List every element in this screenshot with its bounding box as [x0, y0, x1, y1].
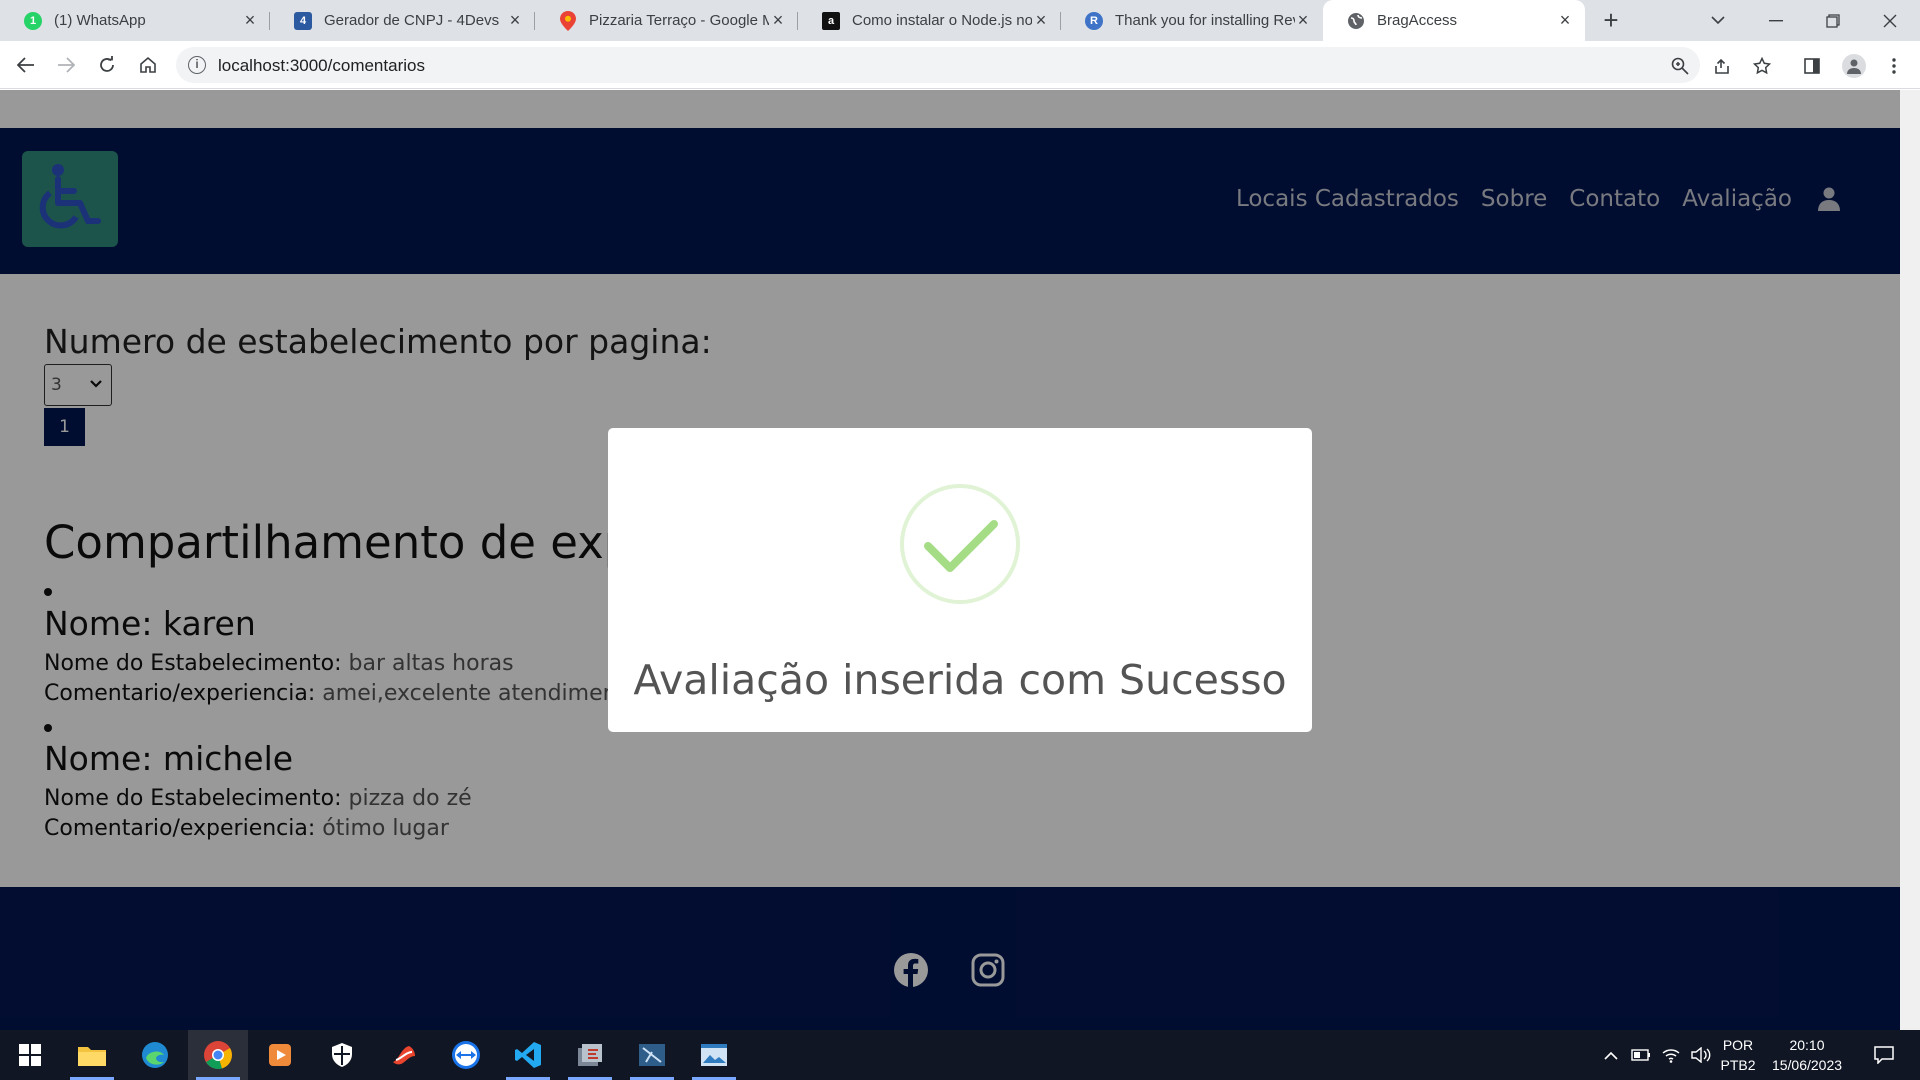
tab-title: BragAccess — [1377, 12, 1458, 29]
r-icon: R — [1085, 11, 1103, 30]
4devs-icon: 4 — [294, 11, 312, 30]
close-window-button[interactable] — [1862, 0, 1918, 41]
battery-icon[interactable] — [1626, 1030, 1656, 1080]
home-icon[interactable] — [134, 51, 162, 79]
side-panel-icon[interactable] — [1802, 56, 1822, 76]
tab-rev[interactable]: R Thank you for installing Rev × — [1061, 0, 1323, 41]
success-modal: Avaliação inserida com Sucesso — [608, 428, 1312, 732]
modal-title: Avaliação inserida com Sucesso — [633, 656, 1287, 704]
back-arrow-icon[interactable] — [12, 51, 40, 79]
address-bar: i localhost:3000/comentarios — [0, 41, 1920, 89]
volume-icon[interactable] — [1686, 1030, 1716, 1080]
tab-whatsapp[interactable]: 1 (1) WhatsApp × — [0, 0, 270, 41]
notification-center-icon[interactable] — [1862, 1030, 1906, 1080]
browser-tab-bar: 1 (1) WhatsApp × 4 Gerador de CNPJ - 4De… — [0, 0, 1920, 41]
tab-title: Pizzaria Terraço - Google M — [589, 12, 769, 29]
restore-button[interactable] — [1805, 0, 1861, 41]
app-icon-photos[interactable] — [684, 1030, 744, 1080]
tab-title: (1) WhatsApp — [54, 12, 146, 29]
profile-avatar-icon[interactable] — [1842, 54, 1866, 78]
url-text[interactable]: localhost:3000/comentarios — [218, 56, 425, 76]
keyboard-layout[interactable]: PTB2 — [1718, 1057, 1758, 1073]
reload-icon[interactable] — [93, 51, 121, 79]
tab-google-maps[interactable]: Pizzaria Terraço - Google M × — [535, 0, 798, 41]
edge-icon[interactable] — [125, 1030, 185, 1080]
new-tab-button[interactable]: + — [1598, 7, 1624, 34]
media-player-icon[interactable] — [250, 1030, 310, 1080]
close-tab-icon[interactable]: × — [505, 10, 525, 30]
windows-start-icon[interactable] — [0, 1030, 60, 1080]
app-icon-red[interactable] — [374, 1030, 434, 1080]
kebab-menu-icon[interactable] — [1884, 56, 1904, 76]
close-tab-icon[interactable]: × — [1293, 10, 1313, 30]
share-icon[interactable] — [1712, 56, 1732, 76]
chrome-icon[interactable] — [188, 1030, 248, 1080]
tab-search-icon[interactable] — [1690, 0, 1746, 41]
tab-title: Gerador de CNPJ - 4Devs — [324, 12, 500, 29]
wifi-icon[interactable] — [1656, 1030, 1686, 1080]
tab-bragaccess[interactable]: BragAccess × — [1323, 0, 1585, 41]
site-info-icon[interactable]: i — [188, 56, 206, 74]
forward-arrow-icon[interactable] — [52, 51, 80, 79]
zoom-icon[interactable] — [1670, 56, 1690, 76]
close-tab-icon[interactable]: × — [768, 10, 788, 30]
tab-nodejs[interactable]: a Como instalar o Node.js no × — [798, 0, 1061, 41]
bookmark-star-icon[interactable] — [1752, 56, 1772, 76]
windows-taskbar: POR PTB2 20:10 15/06/2023 — [0, 1030, 1920, 1080]
tab-title: Thank you for installing Rev — [1115, 12, 1295, 29]
app-icon-tools[interactable] — [560, 1030, 620, 1080]
page-scrollbar[interactable] — [1900, 90, 1920, 1030]
clock-time[interactable]: 20:10 — [1762, 1037, 1852, 1053]
tab-title: Como instalar o Node.js no — [852, 12, 1032, 29]
security-shield-icon[interactable] — [312, 1030, 372, 1080]
success-check-icon — [900, 484, 1020, 604]
globe-icon — [1347, 12, 1365, 30]
close-tab-icon[interactable]: × — [1031, 10, 1051, 30]
google-maps-icon — [559, 10, 577, 31]
minimize-button[interactable] — [1748, 0, 1804, 41]
close-tab-icon[interactable]: × — [240, 10, 260, 30]
app-icon-workbench[interactable] — [622, 1030, 682, 1080]
a-icon: a — [822, 11, 840, 30]
vscode-icon[interactable] — [498, 1030, 558, 1080]
tray-chevron-up-icon[interactable] — [1596, 1030, 1626, 1080]
input-language[interactable]: POR — [1718, 1037, 1758, 1053]
close-tab-icon[interactable]: × — [1555, 10, 1575, 30]
whatsapp-icon: 1 — [24, 11, 42, 30]
clock-date[interactable]: 15/06/2023 — [1762, 1057, 1852, 1073]
tab-4devs[interactable]: 4 Gerador de CNPJ - 4Devs × — [270, 0, 535, 41]
teamviewer-icon[interactable] — [436, 1030, 496, 1080]
omnibox[interactable]: i localhost:3000/comentarios — [176, 47, 1700, 83]
file-explorer-icon[interactable] — [62, 1030, 122, 1080]
